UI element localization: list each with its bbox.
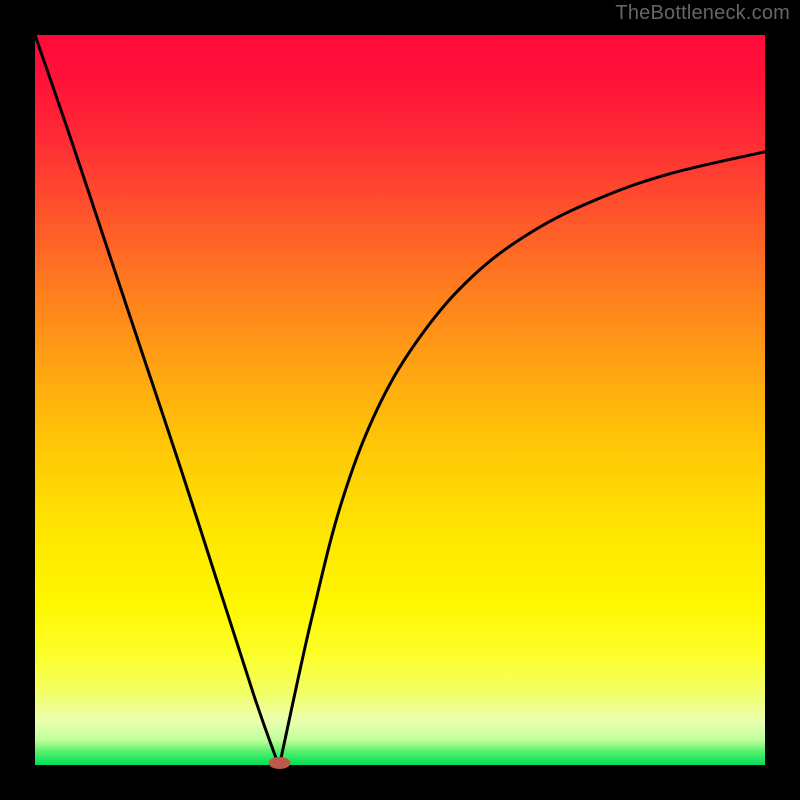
series-right-branch [280, 152, 765, 765]
vertex-marker [269, 757, 291, 769]
chart-stage: TheBottleneck.com [0, 0, 800, 800]
series-left-branch [35, 35, 280, 766]
plot-area [35, 35, 765, 765]
watermark-text: TheBottleneck.com [615, 2, 790, 25]
curve-svg [35, 35, 765, 765]
